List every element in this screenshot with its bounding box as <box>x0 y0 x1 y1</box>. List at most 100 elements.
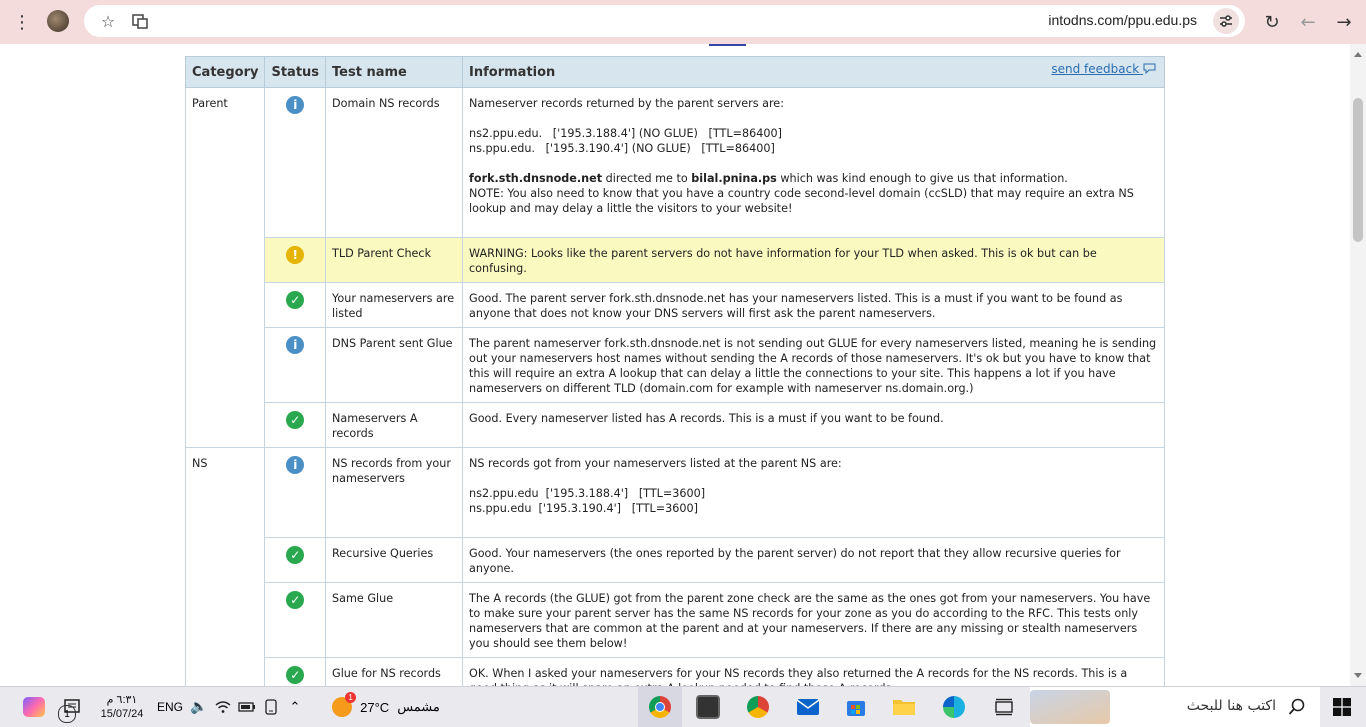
table-row: ✓ Same Glue The A records (the GLUE) got… <box>186 582 1165 658</box>
search-icon <box>1288 698 1305 715</box>
audio-mixer-icon[interactable] <box>686 687 730 727</box>
taskbar: 1 ٦:٣١ م 15/07/24 ENG 🔈 ⌃ 1 27°C مشمس اك… <box>0 686 1366 727</box>
search-illustration <box>1030 690 1110 724</box>
table-row: ✓ Your nameservers are listed Good. The … <box>186 282 1165 328</box>
chevron-up-icon[interactable]: ⌃ <box>284 687 306 727</box>
copilot-icon[interactable] <box>18 687 50 727</box>
battery-icon[interactable] <box>236 687 258 727</box>
status-cell: ✓ <box>264 282 327 328</box>
information-cell: Good. The parent server fork.sth.dnsnode… <box>462 282 1165 328</box>
test-name-cell: TLD Parent Check <box>325 237 464 283</box>
chrome-icon <box>649 696 671 718</box>
reload-icon[interactable]: ↻ <box>1257 7 1287 37</box>
info-icon: i <box>286 336 305 354</box>
test-name-cell: Glue for NS records <box>325 657 464 686</box>
wifi-icon[interactable] <box>212 687 234 727</box>
profile-avatar[interactable] <box>47 10 69 32</box>
table-row: i DNS Parent sent Glue The parent namese… <box>186 327 1165 403</box>
table-row: ✓ Nameservers A records Good. Every name… <box>186 402 1165 448</box>
information-cell: WARNING: Looks like the parent servers d… <box>462 237 1165 283</box>
info-icon: i <box>286 96 305 114</box>
information-cell: Good. Your nameservers (the ones reporte… <box>462 537 1165 583</box>
scroll-down-arrow-icon[interactable] <box>1354 673 1362 678</box>
header-information: Information send feedback <box>462 56 1165 88</box>
test-name-cell: Recursive Queries <box>325 537 464 583</box>
table-row: ✓ Recursive Queries Good. Your nameserve… <box>186 537 1165 583</box>
info-icon: i <box>286 456 305 474</box>
menu-dots-icon[interactable]: ⋮ <box>7 7 37 37</box>
file-explorer-icon[interactable] <box>882 687 926 727</box>
test-name-cell: Same Glue <box>325 582 464 658</box>
status-cell: ✓ <box>264 537 327 583</box>
test-name-cell: Nameservers A records <box>325 402 464 448</box>
test-name-cell: Your nameservers are listed <box>325 282 464 328</box>
volume-icon[interactable]: 🔈 <box>188 687 210 727</box>
task-view-icon[interactable] <box>982 687 1026 727</box>
mail-icon[interactable] <box>786 687 830 727</box>
speech-bubble-icon <box>1143 63 1156 75</box>
checkmark-icon: ✓ <box>286 546 305 564</box>
taskbar-search[interactable]: اكتب هنا للبحث <box>1030 687 1320 727</box>
table-row: ! TLD Parent Check WARNING: Looks like t… <box>186 237 1165 283</box>
status-cell: ✓ <box>264 402 327 448</box>
information-cell: Nameserver records returned by the paren… <box>462 87 1165 238</box>
status-cell: ✓ <box>264 582 327 658</box>
checkmark-icon: ✓ <box>286 411 305 429</box>
page-content: Category Status Test name Information se… <box>0 44 1350 686</box>
status-cell: i <box>264 327 327 403</box>
weather-temp: 27°C <box>360 699 390 715</box>
forward-arrow-icon[interactable]: → <box>1329 7 1359 37</box>
notification-count-badge: 1 <box>58 705 76 723</box>
language-indicator[interactable]: ENG <box>154 687 186 727</box>
vertical-scrollbar[interactable] <box>1350 44 1366 686</box>
browser-toolbar: ⋮ ☆ intodns.com/ppu.edu.ps ↻ ← → <box>0 0 1366 44</box>
information-cell: The parent nameserver fork.sth.dnsnode.n… <box>462 327 1165 403</box>
site-settings-icon[interactable] <box>1213 8 1239 34</box>
edge-icon[interactable] <box>932 687 976 727</box>
weather-label: مشمس <box>397 699 440 714</box>
store-icon[interactable] <box>834 687 878 727</box>
chrome-profile-icon[interactable] <box>736 687 780 727</box>
table-row: Parent i Domain NS records Nameserver re… <box>184 87 1165 448</box>
information-cell: OK. When I asked your nameservers for yo… <box>462 657 1165 686</box>
warning-icon: ! <box>286 246 305 264</box>
checkmark-icon: ✓ <box>286 291 305 309</box>
send-feedback-link[interactable]: send feedback <box>1051 62 1156 76</box>
back-arrow-icon[interactable]: ← <box>1293 7 1323 37</box>
scroll-up-arrow-icon[interactable] <box>1354 52 1362 57</box>
url-text[interactable]: intodns.com/ppu.edu.ps <box>1048 12 1197 28</box>
table-row: ✓ Glue for NS records OK. When I asked y… <box>186 657 1165 686</box>
weather-badge: 1 <box>345 692 357 703</box>
status-cell: ! <box>264 237 327 283</box>
taskbar-chrome-active[interactable] <box>638 687 682 727</box>
search-placeholder: اكتب هنا للبحث <box>1186 698 1276 714</box>
category-cell: Parent <box>184 87 266 448</box>
table-header: Category Status Test name Information se… <box>184 56 1165 88</box>
bookmark-star-icon[interactable]: ☆ <box>98 11 118 31</box>
information-cell: Good. Every nameserver listed has A reco… <box>462 402 1165 448</box>
test-name-cell: DNS Parent sent Glue <box>325 327 464 403</box>
checkmark-icon: ✓ <box>286 591 305 609</box>
test-name-cell: NS records from your nameservers <box>325 447 464 538</box>
table-row: NS i NS records from your nameservers NS… <box>184 447 1165 686</box>
sun-icon: 1 <box>332 692 357 717</box>
information-cell: The A records (the GLUE) got from the pa… <box>462 582 1165 658</box>
header-test-name: Test name <box>325 56 464 88</box>
status-cell: ✓ <box>264 657 327 686</box>
address-bar[interactable]: ☆ intodns.com/ppu.edu.ps <box>84 5 1245 37</box>
translate-icon[interactable] <box>130 11 150 31</box>
header-status: Status <box>264 56 327 88</box>
category-cell: NS <box>184 447 266 686</box>
scrollbar-thumb[interactable] <box>1353 98 1363 242</box>
checkmark-icon: ✓ <box>286 666 305 684</box>
test-name-cell: Domain NS records <box>325 87 464 238</box>
clock[interactable]: ٦:٣١ م 15/07/24 <box>92 687 152 727</box>
status-cell: i <box>264 87 327 238</box>
active-tab-indicator <box>709 44 746 46</box>
header-category: Category <box>184 56 266 88</box>
device-icon[interactable] <box>260 687 282 727</box>
status-cell: i <box>264 447 327 538</box>
windows-start-icon[interactable] <box>1324 687 1360 727</box>
weather-widget[interactable]: 1 27°C مشمس <box>326 687 446 727</box>
information-cell: NS records got from your nameservers lis… <box>462 447 1165 538</box>
